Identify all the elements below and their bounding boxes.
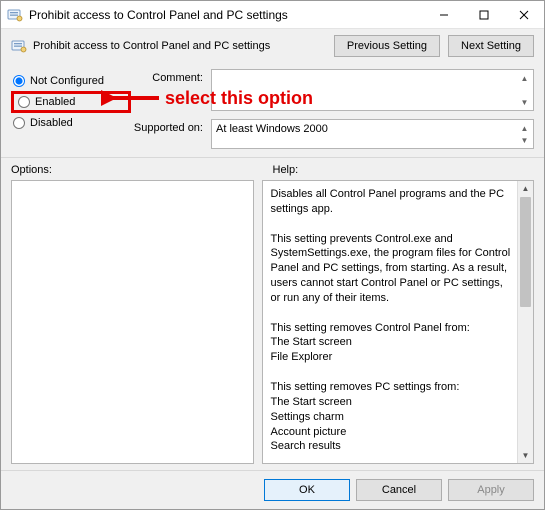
header-row: Prohibit access to Control Panel and PC … <box>1 29 544 67</box>
radio-disabled-input[interactable] <box>13 117 25 129</box>
window-title: Prohibit access to Control Panel and PC … <box>29 8 424 22</box>
previous-setting-button[interactable]: Previous Setting <box>334 35 440 57</box>
radio-not-configured[interactable]: Not Configured <box>11 74 131 88</box>
radio-disabled-label: Disabled <box>30 117 73 129</box>
comment-label: Comment: <box>131 69 211 84</box>
comment-field[interactable]: ▲ ▼ <box>211 69 534 111</box>
radio-enabled-label: Enabled <box>35 96 75 108</box>
radio-not-configured-input[interactable] <box>13 75 25 87</box>
window-root: Prohibit access to Control Panel and PC … <box>0 0 545 510</box>
maximize-button[interactable] <box>464 1 504 28</box>
radio-column: Not Configured Enabled Disabled <box>11 69 131 149</box>
scrollbar-thumb[interactable] <box>520 197 531 307</box>
cancel-button[interactable]: Cancel <box>356 479 442 501</box>
chevron-down-icon[interactable]: ▼ <box>517 95 532 109</box>
scroll-up-icon[interactable]: ▲ <box>518 181 533 196</box>
apply-button[interactable]: Apply <box>448 479 534 501</box>
options-label: Options: <box>11 164 273 176</box>
next-setting-button[interactable]: Next Setting <box>448 35 534 57</box>
close-button[interactable] <box>504 1 544 28</box>
panel-labels: Options: Help: <box>1 158 544 180</box>
title-controls <box>424 1 544 28</box>
policy-icon <box>7 7 23 23</box>
minimize-button[interactable] <box>424 1 464 28</box>
radio-enabled[interactable]: Enabled <box>11 91 131 113</box>
ok-button[interactable]: OK <box>264 479 350 501</box>
supported-field: At least Windows 2000 ▲ ▼ <box>211 119 534 149</box>
options-panel <box>11 180 254 464</box>
chevron-down-icon[interactable]: ▼ <box>517 133 532 147</box>
radio-enabled-input[interactable] <box>18 96 30 108</box>
config-area: Not Configured Enabled Disabled Comment:… <box>1 67 544 158</box>
policy-icon <box>11 38 27 54</box>
panels-row: Disables all Control Panel programs and … <box>1 180 544 470</box>
radio-disabled[interactable]: Disabled <box>11 116 131 130</box>
titlebar: Prohibit access to Control Panel and PC … <box>1 1 544 29</box>
bottom-bar: OK Cancel Apply <box>1 470 544 509</box>
radio-not-configured-label: Not Configured <box>30 75 104 87</box>
policy-name: Prohibit access to Control Panel and PC … <box>33 40 334 52</box>
help-label: Help: <box>273 164 535 176</box>
scrollbar[interactable]: ▲ ▼ <box>517 181 533 463</box>
chevron-up-icon[interactable]: ▲ <box>517 71 532 85</box>
help-panel: Disables all Control Panel programs and … <box>262 180 535 464</box>
supported-value: At least Windows 2000 <box>216 123 328 135</box>
field-column: Comment: ▲ ▼ Supported on: At least Wind… <box>131 69 534 149</box>
supported-label: Supported on: <box>131 119 211 134</box>
scroll-down-icon[interactable]: ▼ <box>518 448 533 463</box>
help-text: Disables all Control Panel programs and … <box>271 187 512 464</box>
